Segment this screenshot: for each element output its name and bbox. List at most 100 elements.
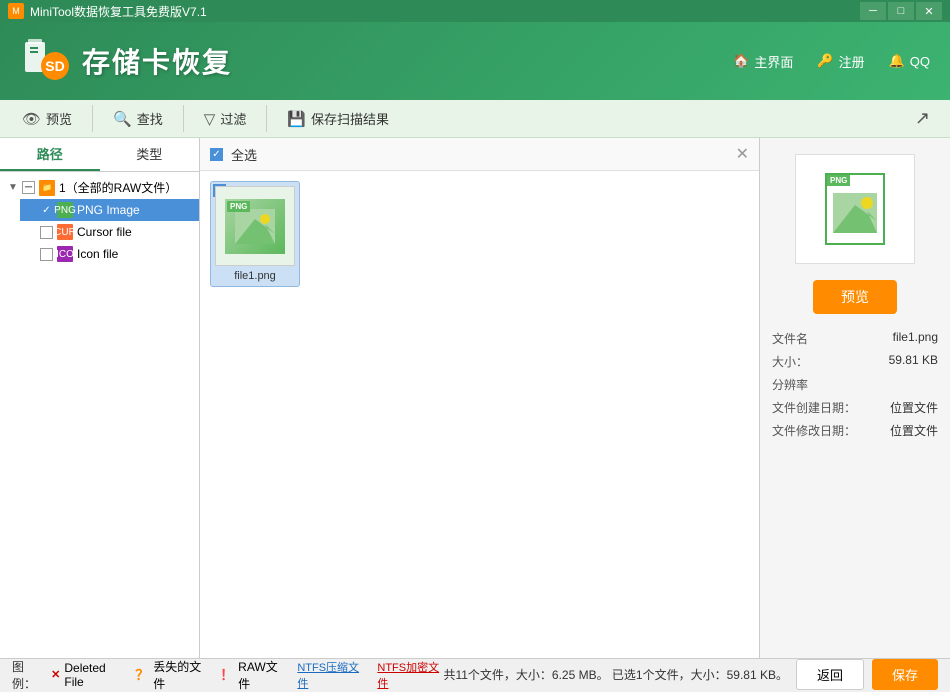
info-created-row: 文件创建日期： 位置文件 xyxy=(772,399,938,416)
icon-label: Icon file xyxy=(77,247,118,261)
brand-area: SD 存储卡恢复 xyxy=(20,34,232,89)
svg-text:SD: SD xyxy=(45,58,64,74)
tree-item-cursor[interactable]: CUR Cursor file xyxy=(20,221,199,243)
center-panel: ✓ 全选 ✕ ！ ✓ PNG file1.png xyxy=(200,138,760,658)
tabs-bar: 路径 类型 xyxy=(0,138,199,172)
left-panel: 路径 类型 ▼ ─ 📁 1（全部的RAW文件） ✓ PNG PNG Image xyxy=(0,138,200,658)
nav-register[interactable]: 🔑 注册 xyxy=(817,52,864,71)
eye-icon: 👁 xyxy=(22,110,41,128)
cursor-checkbox[interactable] xyxy=(40,226,53,239)
status-summary: 共11个文件，大小：6.25 MB。 已选1个文件，大小：59.81 KB。 xyxy=(443,666,788,683)
search-icon: 🔍 xyxy=(113,110,132,128)
compression-label: 分辨率 xyxy=(772,376,808,393)
minimize-button[interactable]: ─ xyxy=(860,2,886,20)
app-title: MiniTool数据恢复工具免费版V7.1 xyxy=(30,3,207,20)
info-size-row: 大小： 59.81 KB xyxy=(772,353,938,370)
nav-home[interactable]: 🏠 主界面 xyxy=(733,52,793,71)
header-title: 存储卡恢复 xyxy=(82,41,232,81)
select-all-checkbox[interactable]: ✓ xyxy=(210,148,223,161)
nav-qq[interactable]: 🔔 QQ xyxy=(889,53,930,69)
filter-icon: ▽ xyxy=(204,110,216,128)
icon-file-icon: ICO xyxy=(57,246,73,262)
thumb-inner: PNG xyxy=(225,199,285,254)
key-icon: 🔑 xyxy=(817,53,833,69)
preview-file-icon: PNG xyxy=(825,173,885,245)
find-button[interactable]: 🔍 查找 xyxy=(103,105,173,132)
legend: ✕ Deleted File ？ 丢失的文件 ！ RAW文件 NTFS压缩文件 … xyxy=(51,658,443,692)
select-all-label: 全选 xyxy=(231,145,257,164)
ntfs-compress-label: NTFS压缩文件 xyxy=(297,659,363,691)
lost-label: 丢失的文件 xyxy=(153,658,206,692)
tree-item-icon[interactable]: ICO Icon file xyxy=(20,243,199,265)
cursor-label: Cursor file xyxy=(77,225,132,239)
bell-icon: 🔔 xyxy=(889,53,905,69)
png-icon: PNG xyxy=(57,202,73,218)
icon-checkbox[interactable] xyxy=(40,248,53,261)
header: SD 存储卡恢复 🏠 主界面 🔑 注册 🔔 QQ xyxy=(0,22,950,100)
preview-png-tag: PNG xyxy=(827,175,850,186)
files-grid: ！ ✓ PNG file1.png xyxy=(200,171,759,658)
png-checkbox[interactable]: ✓ xyxy=(40,204,53,217)
save-icon: 💾 xyxy=(287,110,306,128)
app-logo: SD xyxy=(20,34,70,89)
root-checkbox[interactable]: ─ xyxy=(22,181,35,194)
legend-ntfs-compress: NTFS压缩文件 xyxy=(297,659,363,691)
info-compression-row: 分辨率 xyxy=(772,376,938,393)
filter-button[interactable]: ▽ 过滤 xyxy=(194,105,257,132)
deleted-x-icon: ✕ xyxy=(51,668,60,681)
preview-action-button[interactable]: 预览 xyxy=(813,280,897,314)
app-icon: M xyxy=(8,3,24,19)
header-nav: 🏠 主界面 🔑 注册 🔔 QQ xyxy=(733,52,930,71)
deleted-label: Deleted File xyxy=(64,661,121,689)
file-name: file1.png xyxy=(234,270,276,282)
center-header: ✓ 全选 ✕ xyxy=(200,138,759,171)
export-button[interactable]: ↗ xyxy=(907,104,938,133)
legend-ntfs-encrypt: NTFS加密文件 xyxy=(377,659,443,691)
expand-icon: ▼ xyxy=(8,182,18,193)
root-folder-icon: 📁 xyxy=(39,180,55,196)
legend-prefix: 图例： xyxy=(12,658,45,692)
legend-deleted: ✕ Deleted File xyxy=(51,661,121,689)
png-label: PNG Image xyxy=(77,203,140,217)
raw-exc-icon: ！ xyxy=(220,665,234,685)
cursor-icon: CUR xyxy=(57,224,73,240)
created-label: 文件创建日期： xyxy=(772,399,856,416)
maximize-button[interactable]: □ xyxy=(888,2,914,20)
preview-button[interactable]: 👁 预览 xyxy=(12,105,82,132)
toolbar: 👁 预览 🔍 查找 ▽ 过滤 💾 保存扫描结果 ↗ xyxy=(0,100,950,138)
tree-item-png[interactable]: ✓ PNG PNG Image xyxy=(20,199,199,221)
close-button[interactable]: ✕ xyxy=(916,2,942,20)
back-button[interactable]: 返回 xyxy=(796,659,864,690)
raw-label: RAW文件 xyxy=(238,658,283,692)
export-icon: ↗ xyxy=(915,108,930,128)
tab-path[interactable]: 路径 xyxy=(0,138,100,171)
size-label: 大小： xyxy=(772,353,808,370)
preview-box: PNG xyxy=(795,154,915,264)
tree-root[interactable]: ▼ ─ 📁 1（全部的RAW文件） xyxy=(0,176,199,199)
size-value: 59.81 KB xyxy=(889,353,938,367)
right-panel: PNG 预览 文件名 file1.png 大小： 59.81 KB 分辨率 xyxy=(760,138,950,658)
info-filename-row: 文件名 file1.png xyxy=(772,330,938,347)
file-info: 文件名 file1.png 大小： 59.81 KB 分辨率 文件创建日期： 位… xyxy=(772,330,938,445)
center-close-button[interactable]: ✕ xyxy=(736,144,749,164)
main-area: 路径 类型 ▼ ─ 📁 1（全部的RAW文件） ✓ PNG PNG Image xyxy=(0,138,950,658)
status-right: 共11个文件，大小：6.25 MB。 已选1个文件，大小：59.81 KB。 返… xyxy=(443,659,938,690)
info-modified-row: 文件修改日期： 位置文件 xyxy=(772,422,938,439)
tree-area: ▼ ─ 📁 1（全部的RAW文件） ✓ PNG PNG Image xyxy=(0,172,199,658)
modified-value: 位置文件 xyxy=(890,422,938,439)
tab-type[interactable]: 类型 xyxy=(100,138,200,171)
filename-value: file1.png xyxy=(893,330,938,344)
root-label: 1（全部的RAW文件） xyxy=(59,179,177,196)
png-badge: PNG xyxy=(227,201,250,212)
save-button[interactable]: 保存 xyxy=(872,659,938,690)
file-thumbnail: PNG xyxy=(215,186,295,266)
title-bar: M MiniTool数据恢复工具免费版V7.1 ─ □ ✕ xyxy=(0,0,950,22)
home-icon: 🏠 xyxy=(733,53,749,69)
legend-lost: ？ 丢失的文件 xyxy=(135,658,206,692)
lost-q-icon: ？ xyxy=(135,665,149,685)
file-item[interactable]: ！ ✓ PNG file1.png xyxy=(210,181,300,287)
modified-label: 文件修改日期： xyxy=(772,422,856,439)
minus-icon: ─ xyxy=(25,182,32,193)
status-bar: 图例： ✕ Deleted File ？ 丢失的文件 ！ RAW文件 NTFS压… xyxy=(0,658,950,690)
save-scan-button[interactable]: 💾 保存扫描结果 xyxy=(277,105,399,132)
